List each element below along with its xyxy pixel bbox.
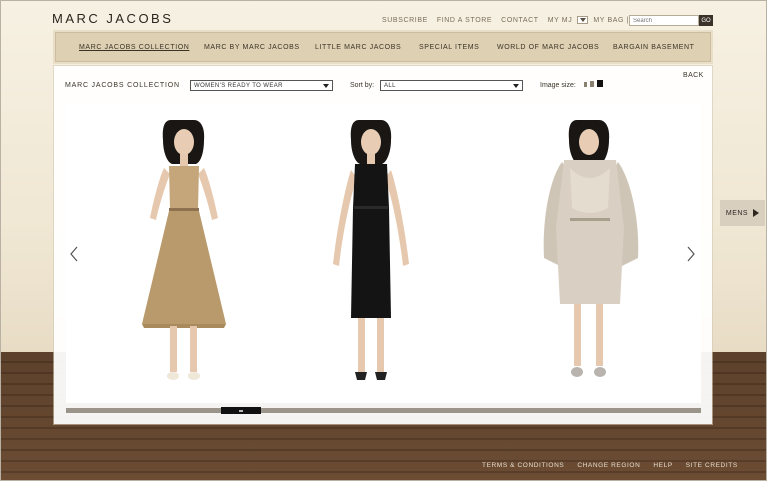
image-size-small-button[interactable] bbox=[584, 82, 587, 87]
product-look-2[interactable] bbox=[327, 118, 415, 384]
nav-world-of-marc-jacobs[interactable]: WORLD OF MARC JACOBS bbox=[497, 44, 599, 51]
caret-down-icon bbox=[323, 84, 329, 88]
nav-bargain-basement[interactable]: BARGAIN BASEMENT bbox=[613, 44, 695, 51]
gallery-next-button[interactable] bbox=[685, 246, 697, 262]
nav-little-marc-jacobs[interactable]: LITTLE MARC JACOBS bbox=[315, 44, 401, 51]
my-mj-link[interactable]: MY MJ bbox=[548, 17, 573, 24]
change-region-link[interactable]: CHANGE REGION bbox=[577, 462, 640, 469]
mens-tab[interactable]: MENS bbox=[720, 200, 765, 226]
site-credits-link[interactable]: SITE CREDITS bbox=[686, 462, 738, 469]
subscribe-link[interactable]: SUBSCRIBE bbox=[382, 17, 428, 24]
nav-marc-by-marc-jacobs[interactable]: MARC BY MARC JACOBS bbox=[204, 44, 300, 51]
gallery-scrollbar[interactable] bbox=[66, 408, 701, 413]
image-size-medium-button[interactable] bbox=[590, 81, 594, 87]
sort-select-value: ALL bbox=[384, 82, 396, 89]
mens-label: MENS bbox=[725, 209, 749, 217]
find-store-link[interactable]: FIND A STORE bbox=[437, 17, 492, 24]
sort-label: Sort by: bbox=[350, 82, 375, 89]
product-look-1[interactable] bbox=[138, 118, 230, 384]
caret-down-icon bbox=[513, 84, 519, 88]
gallery-prev-button[interactable] bbox=[68, 246, 80, 262]
brand-logo[interactable]: MARC JACOBS bbox=[52, 11, 173, 26]
back-link[interactable]: BACK bbox=[683, 72, 704, 79]
sort-select[interactable]: ALL bbox=[380, 80, 523, 91]
collection-label: MARC JACOBS COLLECTION bbox=[65, 82, 180, 89]
footer-links: TERMS & CONDITIONS CHANGE REGION HELP SI… bbox=[482, 462, 751, 469]
search-go-button[interactable]: GO bbox=[699, 15, 713, 26]
terms-link[interactable]: TERMS & CONDITIONS bbox=[482, 462, 564, 469]
grip-icon bbox=[239, 409, 243, 412]
model-black-dress-image bbox=[333, 120, 409, 380]
help-link[interactable]: HELP bbox=[653, 462, 672, 469]
play-arrow-icon bbox=[753, 209, 760, 217]
model-tan-dress-image bbox=[142, 120, 226, 380]
product-look-3[interactable] bbox=[540, 118, 642, 384]
my-mj-dropdown[interactable] bbox=[577, 16, 589, 24]
contact-link[interactable]: CONTACT bbox=[501, 17, 539, 24]
chevron-left-icon bbox=[70, 246, 78, 262]
model-fur-coat-image bbox=[543, 120, 639, 377]
nav-special-items[interactable]: SPECIAL ITEMS bbox=[419, 44, 479, 51]
category-select[interactable]: WOMEN'S READY TO WEAR bbox=[190, 80, 333, 91]
utility-nav: SUBSCRIBE FIND A STORE CONTACT MY MJ MY … bbox=[382, 16, 650, 24]
gallery-scroll-thumb[interactable] bbox=[221, 407, 261, 414]
image-size-label: Image size: bbox=[540, 82, 576, 89]
chevron-down-icon bbox=[579, 18, 586, 22]
image-size-large-button[interactable] bbox=[597, 80, 603, 87]
search-input[interactable] bbox=[629, 15, 699, 26]
nav-marc-jacobs-collection[interactable]: MARC JACOBS COLLECTION bbox=[79, 44, 189, 51]
category-select-value: WOMEN'S READY TO WEAR bbox=[194, 82, 283, 89]
chevron-right-icon bbox=[687, 246, 695, 262]
